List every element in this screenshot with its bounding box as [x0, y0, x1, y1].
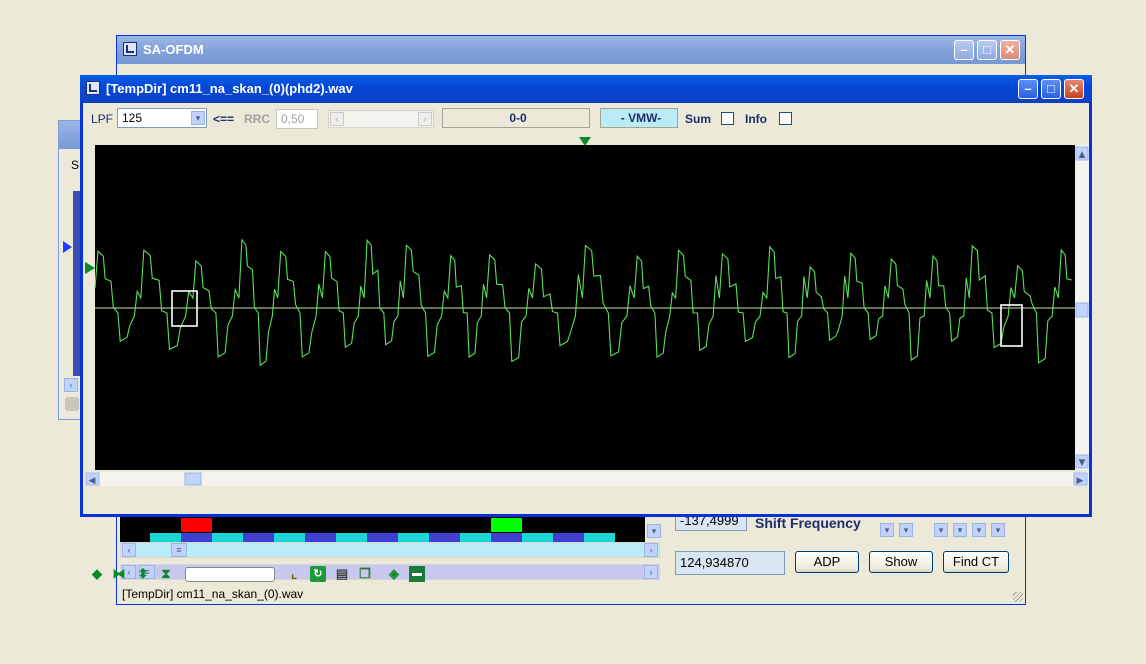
- sa-ofdm-titlebar: SA-OFDM – □ ✕: [117, 36, 1025, 64]
- dropdown-arrow[interactable]: ▾: [934, 523, 948, 537]
- scroll-right-arrow[interactable]: ›: [644, 565, 658, 579]
- close-button[interactable]: ✕: [1000, 40, 1020, 60]
- cyan-scrollbar[interactable]: ‹ ≡ ›: [120, 542, 660, 558]
- chevron-down-icon: ▼: [1079, 458, 1086, 468]
- minimize-button[interactable]: –: [1018, 79, 1038, 99]
- app-icon: [86, 81, 100, 95]
- rrc-label: RRC: [244, 112, 270, 126]
- chevron-down-icon[interactable]: ▾: [191, 111, 205, 125]
- green-marker: [491, 518, 522, 532]
- chevron-left-icon: ◀: [89, 476, 96, 486]
- adp-button[interactable]: ADP: [795, 551, 859, 573]
- shift-frequency-label: Shift Frequency: [755, 515, 861, 531]
- compress-vertical-icon[interactable]: ⧗: [158, 566, 174, 582]
- spectrum-strip: [120, 516, 645, 542]
- diamond-icon[interactable]: ◈: [386, 566, 402, 582]
- dropdown-arrow[interactable]: ▾: [880, 523, 894, 537]
- dropdown-arrow[interactable]: ▾: [972, 523, 986, 537]
- chevron-right-icon: ▶: [1077, 476, 1084, 486]
- info-label: Info: [745, 112, 767, 126]
- waveform-title: [TempDir] cm11_na_skan_(0)(phd2).wav: [106, 81, 353, 96]
- sa-ofdm-title: SA-OFDM: [143, 42, 204, 57]
- lpf-label: LPF: [91, 112, 114, 126]
- compress-horizontal-icon[interactable]: ⧓: [111, 566, 127, 582]
- dropdown-arrow[interactable]: ▾: [991, 523, 1005, 537]
- background-label: S: [71, 158, 80, 172]
- maximize-button[interactable]: □: [977, 40, 997, 60]
- lpf-value: 125: [122, 111, 143, 125]
- progress-bar: [185, 567, 275, 582]
- chevron-up-icon: ▲: [1079, 150, 1086, 160]
- app-icon: [123, 42, 137, 56]
- close-button[interactable]: ✕: [1064, 79, 1084, 99]
- frequency-field[interactable]: 124,934870: [675, 551, 785, 575]
- scroll-left-arrow[interactable]: ‹: [64, 378, 78, 392]
- vmw-display: - VMW-: [600, 108, 678, 128]
- minimize-button[interactable]: –: [954, 40, 974, 60]
- find-ct-button[interactable]: Find CT: [943, 551, 1009, 573]
- rrc-slider[interactable]: ‹ ›: [328, 110, 434, 128]
- red-marker: [181, 518, 212, 532]
- top-marker-icon: [579, 137, 591, 146]
- blue-marker-icon: [63, 241, 72, 253]
- status-bar-text: [TempDir] cm11_na_skan_(0).wav: [122, 587, 304, 601]
- lpf-select[interactable]: 125 ▾: [117, 108, 207, 128]
- left-marker-icon: [85, 262, 95, 274]
- paste-icon[interactable]: ▤: [334, 566, 350, 582]
- horizontal-scrollbar: [85, 472, 1089, 486]
- scroll-right-arrow[interactable]: ›: [644, 543, 658, 557]
- waveform-titlebar: [TempDir] cm11_na_skan_(0)(phd2).wav – □…: [80, 75, 1092, 103]
- expand-vertical-icon[interactable]: ⬍: [135, 566, 151, 582]
- sum-label: Sum: [685, 112, 712, 126]
- crop-icon[interactable]: ⌞: [286, 566, 302, 582]
- arrow-label: <==: [213, 112, 235, 126]
- expand-horizontal-icon[interactable]: ◆: [89, 566, 105, 582]
- image-icon[interactable]: ▬: [409, 566, 425, 582]
- slider-left-arrow[interactable]: ‹: [330, 112, 344, 126]
- sum-checkbox[interactable]: [721, 112, 734, 125]
- dropdown-arrow[interactable]: ▾: [899, 523, 913, 537]
- waveform-window: [TempDir] cm11_na_skan_(0)(phd2).wav – □…: [80, 75, 1092, 582]
- waveform-plot[interactable]: ▲ ▼ ◀ ▶: [83, 133, 1089, 488]
- scroll-left-arrow[interactable]: ‹: [122, 543, 136, 557]
- refresh-icon[interactable]: ↻: [310, 566, 326, 582]
- scroll-thumb[interactable]: ≡: [171, 543, 187, 557]
- rrc-field[interactable]: 0,50: [276, 109, 318, 129]
- maximize-button[interactable]: □: [1041, 79, 1061, 99]
- vertical-scroll-thumb: [1075, 302, 1089, 318]
- copy-icon[interactable]: ❐: [357, 566, 373, 582]
- range-display: 0-0: [442, 108, 590, 128]
- show-button[interactable]: Show: [869, 551, 933, 573]
- dropdown-arrow[interactable]: ▾: [953, 523, 967, 537]
- button-icon[interactable]: [65, 397, 79, 411]
- horizontal-scroll-thumb: [184, 472, 202, 486]
- resize-grip[interactable]: [1013, 592, 1023, 602]
- strip-scroll-down[interactable]: ▾: [647, 524, 661, 538]
- slider-right-arrow[interactable]: ›: [418, 112, 432, 126]
- info-checkbox[interactable]: [779, 112, 792, 125]
